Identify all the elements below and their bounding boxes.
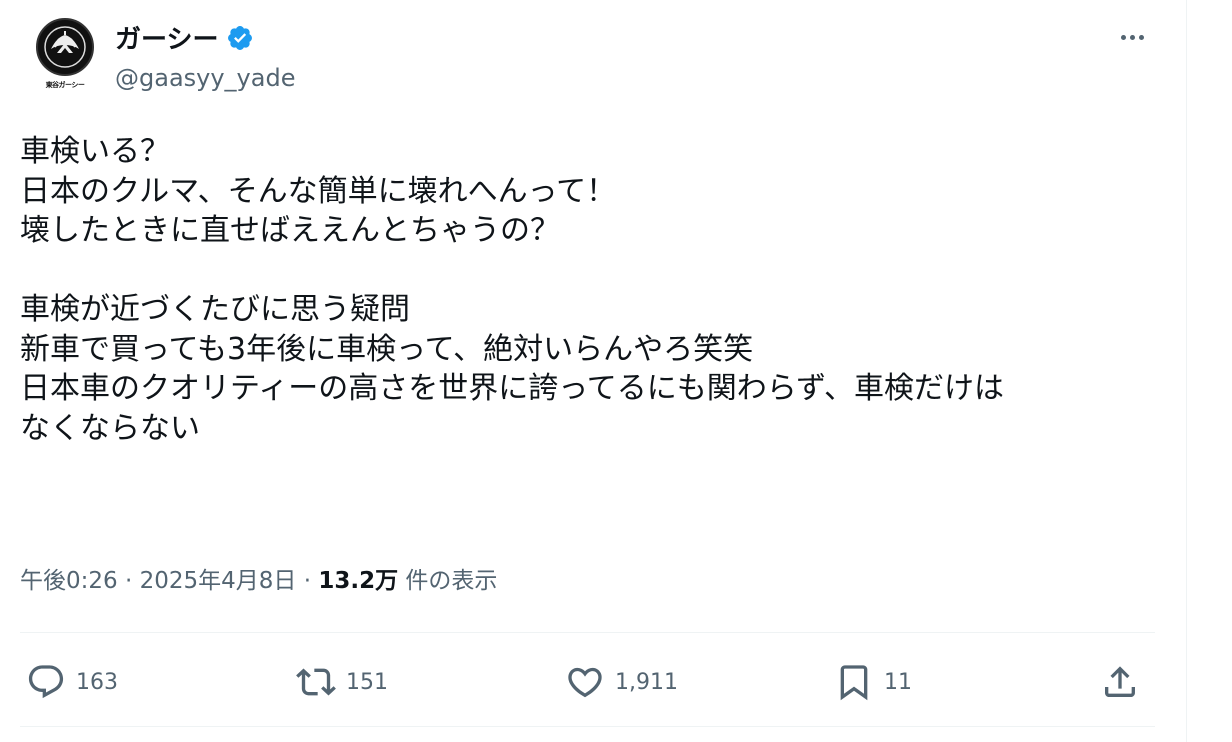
- share-icon: [1105, 666, 1135, 697]
- meta-separator: ·: [296, 568, 319, 594]
- reply-button[interactable]: 163: [26, 652, 118, 712]
- avatar[interactable]: 東谷ガーシー: [30, 18, 100, 94]
- repost-button[interactable]: 151: [296, 652, 388, 712]
- author-display-name[interactable]: ガーシー: [115, 19, 254, 56]
- tweet-line: 壊したときに直せばええんとちゃうの？: [20, 213, 560, 248]
- like-count: 1,911: [615, 669, 678, 695]
- tweet-line: なくならない: [20, 410, 200, 446]
- tweet-line: 車検いる？: [20, 134, 170, 169]
- tweet-text: 車検いる？ 日本のクルマ、そんな簡単に壊れへんって！ 壊したときに直せばええんと…: [20, 132, 1160, 448]
- reply-count: 163: [76, 669, 118, 695]
- reply-icon: [28, 665, 64, 699]
- author-handle[interactable]: @gaasyy_yade: [115, 64, 295, 92]
- tweet-time[interactable]: 午後0:26: [20, 561, 118, 595]
- tweet-page: 東谷ガーシー ガーシー @gaasyy_yade 車検いる？ 日本のクルマ、そん…: [0, 0, 1232, 742]
- tweet-meta: 午後0:26 · 2025年4月8日 · 13.2万 件の表示: [20, 561, 497, 595]
- bookmark-button[interactable]: 11: [834, 652, 912, 712]
- verified-badge-icon: [228, 25, 253, 50]
- column-border: [1186, 0, 1187, 742]
- tweet-line: 新車で買っても3年後に車検って、絶対いらんやろ笑笑: [20, 331, 754, 367]
- repost-count: 151: [346, 669, 388, 695]
- like-icon: [568, 667, 602, 698]
- avatar-caption: 東谷ガーシー: [45, 81, 85, 89]
- action-bar: 163 151 1,911 11: [20, 652, 1160, 712]
- divider: [20, 632, 1155, 633]
- views-label: 件の表示: [398, 568, 498, 594]
- bookmark-icon: [840, 665, 868, 701]
- author-name-text: ガーシー: [115, 25, 219, 55]
- tweet-date[interactable]: 2025年4月8日: [140, 561, 297, 595]
- share-button[interactable]: [1100, 652, 1140, 712]
- like-button[interactable]: 1,911: [565, 652, 678, 712]
- tweet-line: 車検が近づくたびに思う疑問: [20, 292, 410, 327]
- bookmark-count: 11: [884, 669, 912, 695]
- more-icon[interactable]: [1115, 22, 1149, 52]
- tweet-line: 日本車のクオリティーの高さを世界に誇ってるにも関わらず、車検だけは: [20, 371, 1004, 406]
- tweet-line: 日本のクルマ、そんな簡単に壊れへんって！: [20, 173, 617, 209]
- views-count[interactable]: 13.2万: [318, 561, 398, 595]
- repost-icon: [296, 668, 336, 696]
- divider: [20, 726, 1155, 727]
- avatar-logo-icon: [36, 18, 94, 76]
- meta-separator: ·: [117, 568, 140, 594]
